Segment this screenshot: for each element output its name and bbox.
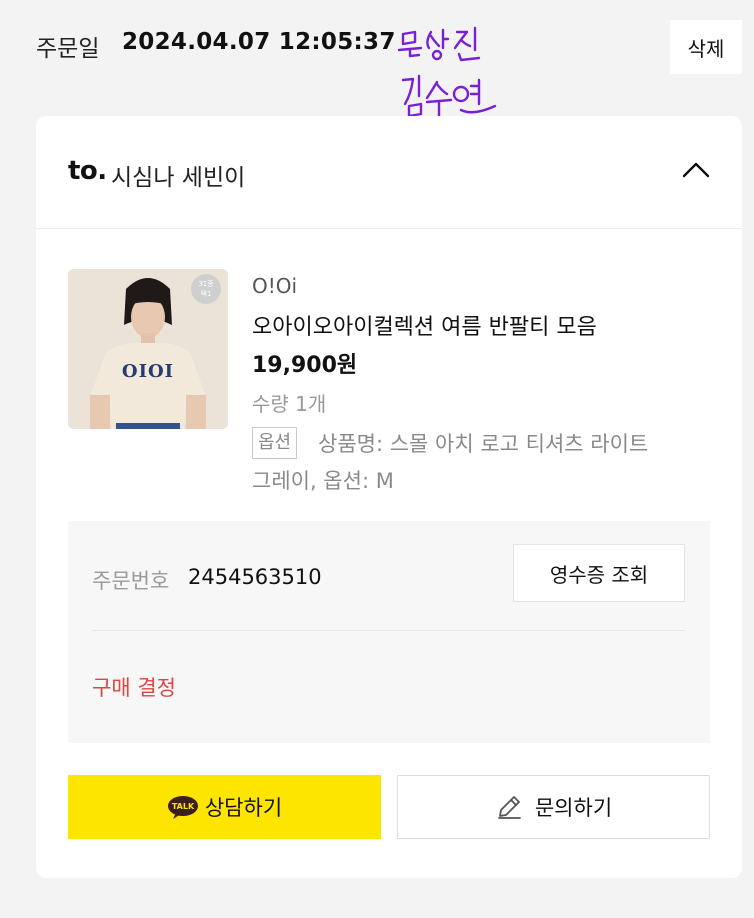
inquiry-button[interactable]: 문의하기: [397, 775, 710, 839]
receipt-button[interactable]: 영수증 조회: [513, 544, 685, 602]
option-tag: 옵션: [252, 427, 298, 459]
shirt-print-text: OIOI: [122, 361, 174, 382]
delete-button[interactable]: 삭제: [670, 20, 742, 74]
product-quantity: 수량 1개: [252, 392, 327, 416]
product-name[interactable]: 오아이오아이컬렉션 여름 반팔티 모음: [252, 309, 597, 341]
order-number-value: 2454563510: [188, 565, 322, 589]
handwritten-signature: [397, 26, 497, 118]
purchase-status: 구매 결정: [92, 676, 176, 700]
talk-icon-text: TALK: [172, 802, 195, 811]
store-name: 시심나 세빈이: [111, 165, 246, 191]
order-card: to. 시심나 세빈이 31종 택1 OIOI O!Oi 오아이오아이컬렉션 여…: [36, 116, 742, 878]
order-date-value: 2024.04.07 12:05:37: [122, 29, 396, 55]
inquiry-label: 문의하기: [534, 796, 613, 820]
thumb-badge-line2: 택1: [201, 289, 212, 298]
order-number-label: 주문번호: [92, 569, 170, 593]
talk-consult-label: 상담하기: [204, 796, 283, 820]
product-price: 19,900원: [252, 353, 358, 378]
order-header: 주문일 2024.04.07 12:05:37 삭제: [0, 0, 754, 118]
pencil-icon: [497, 796, 521, 819]
order-date-label: 주문일: [36, 36, 100, 62]
order-info-box: 주문번호 2454563510 영수증 조회 구매 결정: [68, 521, 710, 743]
divider: [92, 630, 685, 631]
talk-consult-button[interactable]: TALK 상담하기: [68, 775, 381, 839]
product-photo: 31종 택1 OIOI: [68, 269, 228, 429]
chevron-up-icon[interactable]: [676, 154, 716, 186]
product-brand[interactable]: O!Oi: [252, 274, 297, 298]
store-header[interactable]: to. 시심나 세빈이: [36, 116, 742, 229]
kakaotalk-icon: TALK: [167, 796, 198, 819]
option-line-1: 상품명: 스몰 아치 로고 티셔츠 라이트: [318, 432, 649, 456]
option-detail: 상품명: 스몰 아치 로고 티셔츠 라이트 그레이, 옵션: M: [252, 426, 728, 500]
store-logo: to.: [68, 156, 107, 186]
thumb-badge-line1: 31종: [198, 280, 214, 288]
product-image[interactable]: 31종 택1 OIOI: [68, 269, 228, 429]
option-line-2: 그레이, 옵션: M: [252, 469, 394, 493]
